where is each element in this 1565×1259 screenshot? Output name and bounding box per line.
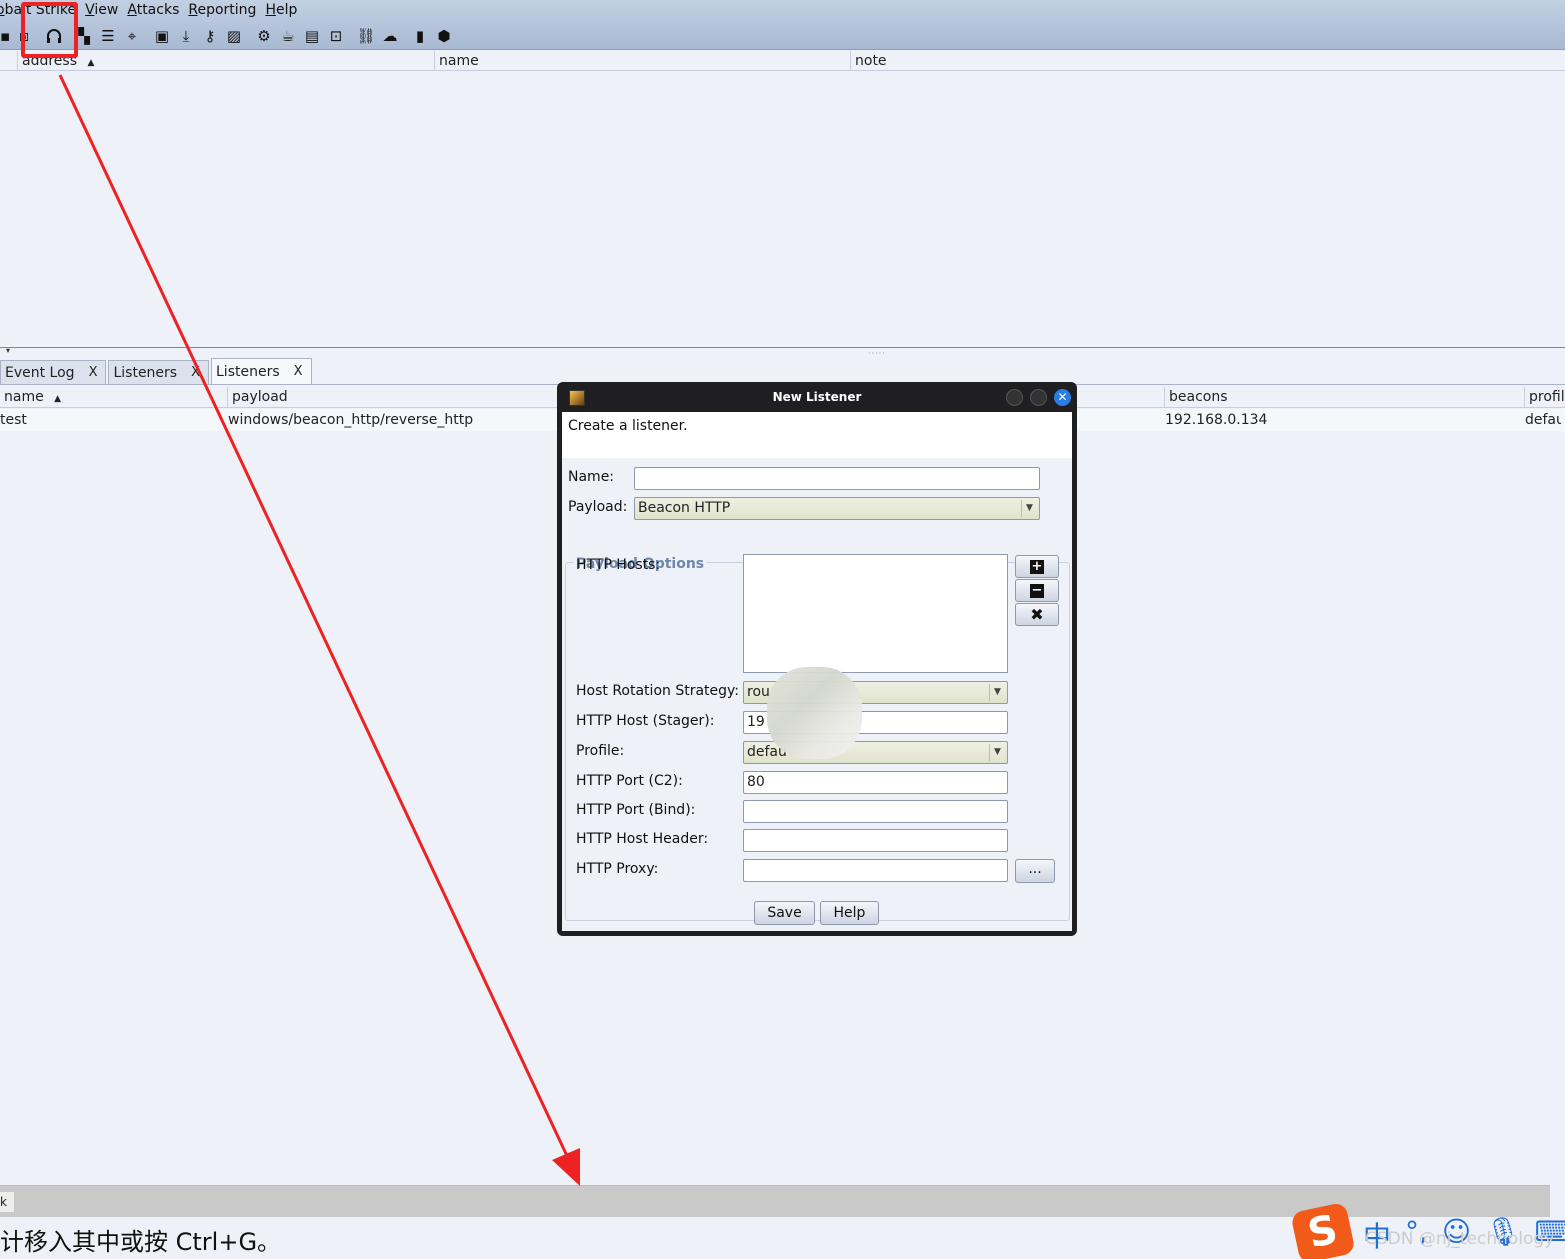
link-icon[interactable]: ⛓ — [354, 25, 378, 47]
close-icon[interactable]: ✕ — [1054, 389, 1071, 406]
chevron-down-icon[interactable]: ▼ — [989, 684, 1005, 701]
split-pane-divider[interactable]: ▾ ····· — [0, 346, 1565, 358]
cell-name: test — [0, 412, 27, 428]
payload-label: Payload: — [568, 499, 628, 515]
name-label: Name: — [568, 469, 615, 485]
proxy-field[interactable] — [743, 859, 1008, 882]
cloud-icon[interactable]: ☁ — [378, 25, 402, 47]
tab-listeners-1[interactable]: Listeners X — [108, 360, 209, 384]
tab-label: Event Log — [5, 364, 75, 381]
target-table-icon[interactable]: ⌖ — [120, 25, 144, 47]
keystrokes-icon[interactable]: ⚷ — [198, 25, 222, 47]
collapse-arrow-icon[interactable]: ▾ — [6, 346, 10, 355]
header-note[interactable]: note — [851, 51, 1565, 71]
credentials-icon[interactable]: ▣ — [150, 25, 174, 47]
payload-generator-icon[interactable]: ⚙ — [252, 25, 276, 47]
sort-asc-icon: ▲ — [54, 394, 62, 404]
payload-value: Beacon HTTP — [638, 500, 731, 516]
header-name[interactable]: name ▲ — [0, 387, 228, 408]
header-name-label: name — [4, 389, 44, 405]
tab-bar: Event Log X Listeners X Listeners X — [0, 358, 314, 384]
profile-label: Profile: — [576, 743, 625, 759]
annotation-highlight-box — [21, 2, 78, 58]
chevron-down-icon[interactable]: ▼ — [1021, 500, 1037, 517]
rotation-value: rou — [747, 684, 770, 700]
tab-listeners-2[interactable]: Listeners X — [211, 358, 312, 384]
targets-table-header: address ▲ name note — [0, 51, 1565, 71]
rotation-label: Host Rotation Strategy: — [576, 683, 740, 699]
name-field[interactable] — [634, 467, 1040, 490]
maximize-icon[interactable] — [1030, 389, 1047, 406]
clear-hosts-button[interactable]: ✖ — [1015, 603, 1059, 626]
status-left: k — [0, 1192, 14, 1212]
proxy-label: HTTP Proxy: — [576, 861, 659, 877]
header-beacons[interactable]: beacons — [1165, 387, 1525, 408]
tab-label: Listeners — [216, 363, 280, 380]
screenshots-icon[interactable]: ▨ — [222, 25, 246, 47]
stager-label: HTTP Host (Stager): — [576, 713, 715, 729]
menu-help[interactable]: Help — [265, 0, 297, 22]
vm-hint-text: 计移入其中或按 Ctrl+G。 — [0, 1228, 282, 1256]
header-name[interactable]: name — [435, 51, 851, 71]
save-button[interactable]: Save — [754, 901, 815, 925]
host-header-label: HTTP Host Header: — [576, 831, 709, 847]
menu-reporting[interactable]: Reporting — [188, 0, 256, 22]
port-bind-label: HTTP Port (Bind): — [576, 802, 696, 818]
dialog-description: Create a listener. — [562, 412, 1072, 458]
document-icon[interactable]: ▤ — [300, 25, 324, 47]
header-address[interactable]: address ▲ — [18, 51, 435, 71]
java-applet-icon[interactable]: ☕ — [276, 25, 300, 47]
close-icon[interactable]: X — [89, 365, 98, 380]
proxy-settings-button[interactable]: ... — [1015, 859, 1055, 883]
payload-select[interactable]: Beacon HTTP ▼ — [634, 497, 1040, 520]
downloads-icon[interactable]: ⤓ — [174, 25, 198, 47]
tab-event-log[interactable]: Event Log X — [0, 360, 107, 384]
manual-icon[interactable]: ▮ — [408, 25, 432, 47]
dialog-titlebar[interactable]: New Listener ✕ — [561, 382, 1073, 412]
cell-beacons: 192.168.0.134 — [1165, 412, 1268, 428]
port-c2-field[interactable]: 80 — [743, 771, 1008, 794]
sort-asc-icon: ▲ — [87, 58, 95, 68]
port-c2-label: HTTP Port (C2): — [576, 773, 683, 789]
minus-icon: − — [1030, 582, 1044, 598]
targets-table-body[interactable] — [0, 72, 1565, 348]
top-bar: obalt Strike View Attacks Reporting Help… — [0, 0, 1565, 50]
disconnect-icon[interactable]: ▪ — [0, 25, 12, 47]
x-icon: ✖ — [1030, 605, 1044, 624]
header-spacer — [0, 51, 18, 71]
dialog-body: Create a listener. Name: Payload: Beacon… — [562, 412, 1072, 931]
port-bind-field[interactable] — [743, 800, 1008, 823]
grip-icon[interactable]: ····· — [868, 349, 886, 358]
remove-host-button[interactable]: − — [1015, 579, 1059, 602]
console-icon[interactable]: ⊡ — [324, 25, 348, 47]
close-icon[interactable]: X — [294, 364, 303, 379]
add-host-button[interactable]: + — [1015, 555, 1059, 578]
menu-attacks[interactable]: Attacks — [127, 0, 179, 22]
plus-icon: + — [1030, 558, 1044, 574]
dialog-title: New Listener — [772, 390, 862, 404]
session-table-icon[interactable]: ☰ — [96, 25, 120, 47]
chevron-down-icon[interactable]: ▼ — [989, 744, 1005, 761]
http-hosts-list[interactable] — [743, 554, 1008, 673]
watermark: CSDN @nj_technology — [1365, 1229, 1555, 1249]
tab-label: Listeners — [113, 364, 178, 381]
redaction-blur — [767, 667, 862, 759]
ime-toolbar: S 中 °, ☺ 🎙 ⌨ CSDN @nj_technology — [1290, 1201, 1565, 1259]
host-header-field[interactable] — [743, 829, 1008, 852]
menu-view[interactable]: View — [85, 0, 118, 22]
cell-profile: default — [1525, 412, 1561, 428]
sogou-logo[interactable]: S — [1290, 1201, 1356, 1259]
package-icon[interactable]: ⬢ — [432, 25, 456, 47]
minimize-icon[interactable] — [1006, 389, 1023, 406]
close-icon[interactable]: X — [191, 365, 200, 380]
new-listener-dialog: New Listener ✕ Create a listener. Name: … — [557, 382, 1077, 936]
help-button[interactable]: Help — [820, 901, 879, 925]
header-profile[interactable]: profile — [1525, 387, 1565, 408]
http-hosts-label: HTTP Hosts: — [576, 557, 661, 573]
